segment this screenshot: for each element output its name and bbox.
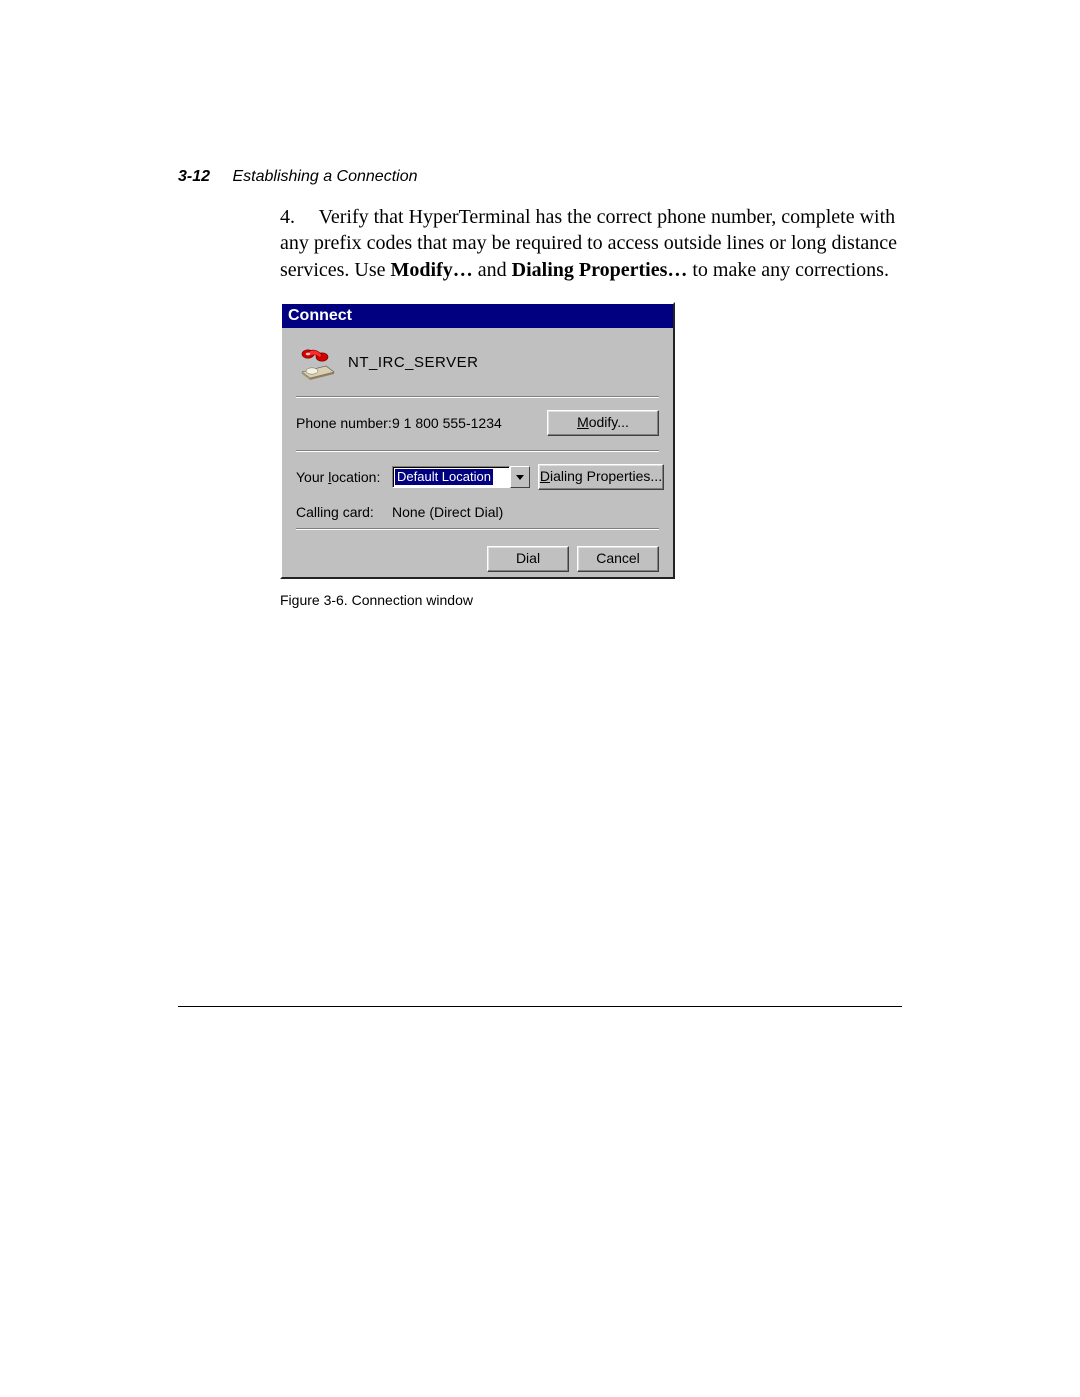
step-text-b: and: [473, 259, 512, 281]
dialing-properties-button[interactable]: Dialing Properties...: [538, 464, 664, 490]
step-text-c: to make any corrections.: [687, 259, 889, 281]
figure-caption: Figure 3-6. Connection window: [280, 592, 473, 608]
footer-rule: [178, 1006, 902, 1007]
phone-number-value: 9 1 800 555-1234: [392, 415, 539, 431]
separator: [296, 528, 659, 530]
step-number: 4.: [280, 204, 314, 230]
location-dropdown-button[interactable]: [510, 466, 530, 488]
cancel-button[interactable]: Cancel: [577, 546, 659, 572]
location-label: Your location:: [296, 469, 392, 485]
dial-button[interactable]: Dial: [487, 546, 569, 572]
location-selected: Default Location: [395, 469, 493, 485]
calling-card-value: None (Direct Dial): [392, 504, 659, 520]
chevron-down-icon: [516, 475, 524, 480]
location-combobox[interactable]: Default Location: [392, 466, 530, 488]
connect-dialog: Connect NT_IRC_SERVER Phone number: 9: [280, 302, 675, 579]
location-combobox-input[interactable]: Default Location: [392, 466, 510, 488]
dialog-titlebar: Connect: [282, 304, 673, 328]
section-title: Establishing a Connection: [232, 168, 417, 185]
separator: [296, 450, 659, 452]
step-bold-dialprops: Dialing Properties…: [512, 259, 688, 281]
modify-button[interactable]: Modify...: [547, 410, 659, 436]
separator: [296, 396, 659, 398]
telephone-icon: [296, 344, 336, 380]
page-number: 3-12: [178, 168, 210, 185]
step-bold-modify: Modify…: [391, 259, 473, 281]
instruction-step: 4. Verify that HyperTerminal has the cor…: [280, 204, 900, 283]
page-header: 3-12 Establishing a Connection: [178, 168, 418, 186]
calling-card-label: Calling card:: [296, 504, 392, 520]
phone-number-label: Phone number:: [296, 415, 392, 431]
connection-name: NT_IRC_SERVER: [348, 354, 478, 371]
